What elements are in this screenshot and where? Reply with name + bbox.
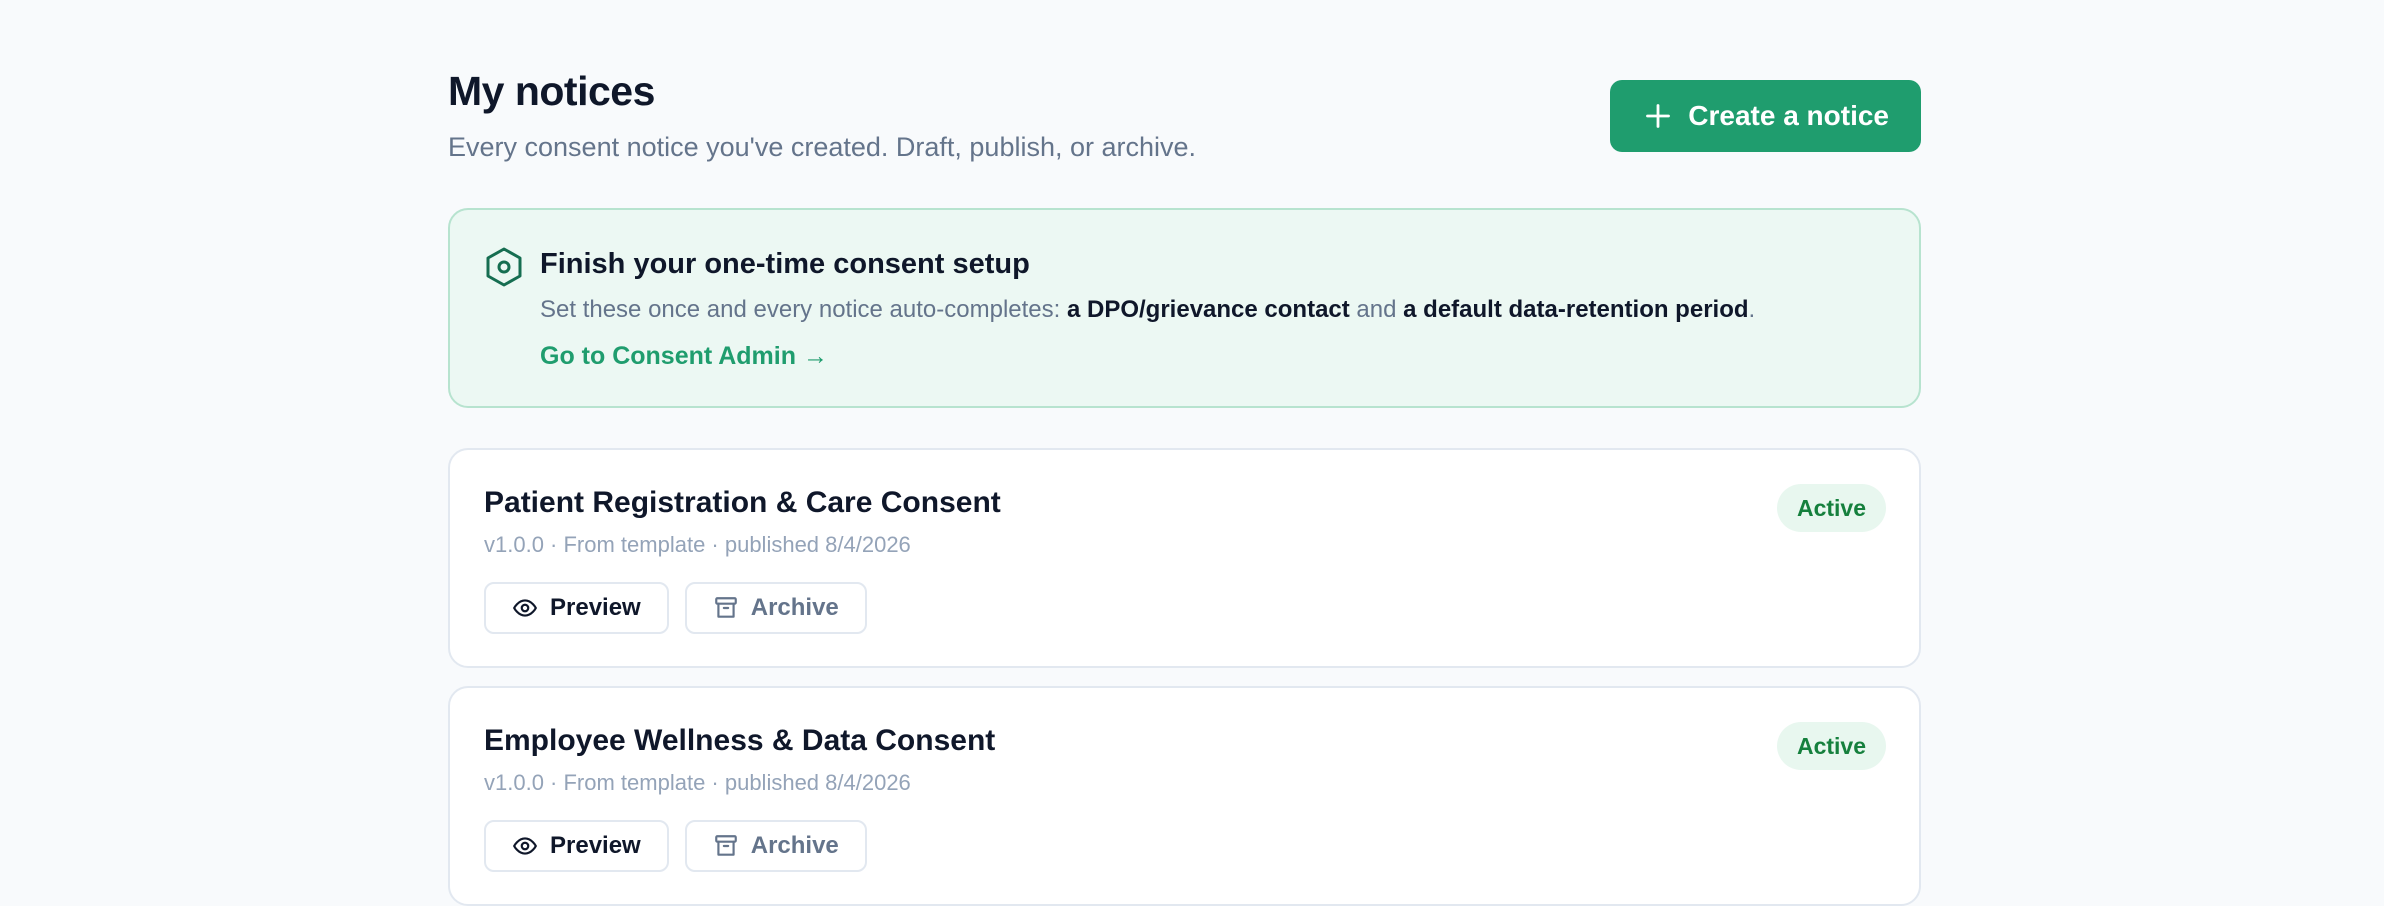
notice-card: Employee Wellness & Data Consent v1.0.0 … [448, 686, 1921, 906]
setup-desc-middle: and [1349, 296, 1404, 323]
create-notice-label: Create a notice [1688, 100, 1889, 131]
status-badge: Active [1776, 722, 1886, 770]
setup-desc-suffix: . [1748, 296, 1756, 323]
archive-button[interactable]: Archive [684, 820, 867, 872]
notice-actions: Preview Archive [484, 582, 867, 634]
setup-description: Set these once and every notice auto-com… [540, 296, 1755, 324]
page-header: My notices Every consent notice you've c… [448, 0, 1921, 208]
notice-card: Patient Registration & Care Consent v1.0… [448, 448, 1921, 668]
archive-button[interactable]: Archive [684, 582, 867, 634]
archive-box-icon [714, 835, 737, 856]
status-badge: Active [1776, 484, 1886, 532]
setup-desc-retention-period: a default data-retention period [1403, 296, 1749, 323]
notices-page: My notices Every consent notice you've c… [448, 0, 1921, 906]
archive-label: Archive [750, 594, 839, 621]
preview-button[interactable]: Preview [484, 820, 669, 872]
preview-button[interactable]: Preview [484, 582, 669, 634]
preview-label: Preview [550, 832, 641, 859]
setup-desc-dpo-contact: a DPO/grievance contact [1066, 296, 1350, 323]
page-title: My notices [448, 68, 655, 114]
notice-meta: v1.0.0 · From template · published 8/4/2… [484, 532, 911, 557]
setup-title: Finish your one-time consent setup [540, 248, 1030, 280]
notice-actions: Preview Archive [484, 820, 867, 872]
preview-label: Preview [550, 594, 641, 621]
plus-icon [1646, 104, 1671, 128]
eye-icon [513, 837, 537, 855]
setup-banner: Finish your one-time consent setup Set t… [448, 208, 1921, 408]
create-notice-button[interactable]: Create a notice [1610, 80, 1921, 152]
consent-admin-link[interactable]: Go to Consent Admin → [540, 342, 828, 371]
archive-box-icon [714, 597, 737, 618]
archive-label: Archive [750, 832, 839, 859]
hexagon-settings-icon [486, 247, 522, 287]
setup-desc-prefix: Set these once and every notice auto-com… [540, 296, 1067, 323]
notice-title: Employee Wellness & Data Consent [484, 724, 996, 757]
page-subtitle: Every consent notice you've created. Dra… [448, 132, 1197, 162]
notice-meta: v1.0.0 · From template · published 8/4/2… [484, 770, 911, 795]
eye-icon [513, 599, 537, 617]
notice-title: Patient Registration & Care Consent [484, 486, 1001, 519]
